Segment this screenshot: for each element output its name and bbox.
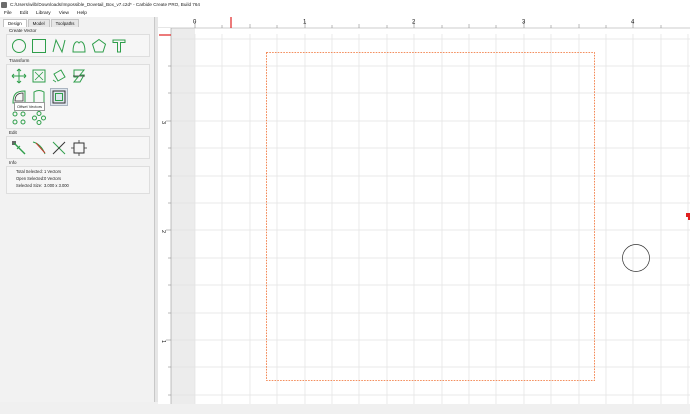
tab-design[interactable]: Design — [3, 19, 27, 27]
move-tool-button[interactable] — [10, 67, 28, 85]
section-edit: Edit — [9, 130, 17, 135]
menu-edit[interactable]: Edit — [16, 11, 32, 16]
menu-library[interactable]: Library — [32, 11, 55, 16]
selected-size-value: 3.000 x 3.000 — [44, 183, 69, 188]
rotate-tool-button[interactable] — [50, 67, 68, 85]
trim-icon — [32, 141, 46, 154]
group-tool-button[interactable] — [30, 109, 48, 127]
left-ruler-label-1: 1 — [160, 340, 166, 343]
canvas-svg: 0 1 2 3 4 3 2 1 — [158, 17, 690, 406]
top-ruler — [158, 17, 690, 28]
node-edit-icon — [12, 140, 26, 154]
group-icon — [32, 110, 46, 125]
polyline-tool-button[interactable] — [50, 37, 68, 55]
rectangle-tool-button[interactable] — [30, 37, 48, 55]
info-open-selected: Open Selected: 0 Vectors — [16, 175, 149, 182]
grid — [171, 34, 690, 406]
offset-vectors-icon — [52, 90, 66, 103]
circle-icon — [12, 38, 26, 53]
offscreen-marker — [686, 213, 690, 220]
info-total-selected: Total Selected: 1 Vectors — [16, 168, 149, 175]
menu-file[interactable]: File — [0, 11, 16, 16]
polyline-icon — [52, 38, 66, 53]
text-tool-button[interactable] — [110, 37, 128, 55]
rotate-icon — [52, 68, 66, 82]
tab-model[interactable]: Model — [27, 19, 50, 27]
text-icon — [112, 39, 126, 52]
tab-bar: Design Model Toolpaths — [0, 17, 154, 27]
polygon-icon — [91, 38, 107, 52]
scale-tool-button[interactable] — [30, 67, 48, 85]
section-info: Info — [9, 160, 17, 165]
transform-group — [6, 64, 150, 129]
menu-bar: File Edit Library View Help — [0, 9, 690, 17]
info-group: Total Selected: 1 Vectors Open Selected:… — [6, 166, 150, 194]
app-icon — [1, 1, 7, 8]
open-selected-value: 0 Vectors — [44, 176, 62, 181]
scale-icon — [32, 69, 46, 82]
status-bar — [0, 404, 690, 414]
section-transform: Transform — [9, 58, 30, 63]
mirror-tool-button[interactable] — [70, 67, 88, 85]
mirror-icon — [72, 69, 86, 82]
boundary-tool-button[interactable] — [70, 139, 88, 157]
left-ruler-label-2: 2 — [160, 230, 166, 233]
tab-toolpaths[interactable]: Toolpaths — [50, 19, 80, 27]
info-selected-size: Selected Size: 3.000 x 3.000 — [16, 182, 149, 189]
align-tool-button[interactable] — [10, 109, 28, 127]
boundary-icon — [71, 139, 87, 156]
title-bar: C:/Users/wilb/Downloads/Impossible_Dovet… — [0, 0, 690, 9]
offset-vectors-tooltip: Offset Vectors — [14, 102, 46, 111]
design-canvas[interactable]: 0 1 2 3 4 3 2 1 — [158, 17, 690, 406]
create-vector-group — [6, 34, 150, 57]
cut-tool-button[interactable] — [50, 139, 68, 157]
node-edit-tool-button[interactable] — [10, 139, 28, 157]
edit-group — [6, 136, 150, 159]
total-selected-value: 1 Vectors — [44, 169, 62, 174]
carbide-create-window: C:/Users/wilb/Downloads/Impossible_Dovet… — [0, 0, 690, 414]
rectangle-icon — [32, 38, 46, 53]
selected-square-vector[interactable] — [266, 52, 595, 381]
total-selected-label: Total Selected: — [16, 169, 43, 174]
left-ruler-label-3: 3 — [160, 121, 166, 124]
window-title: C:/Users/wilb/Downloads/Impossible_Dovet… — [10, 2, 200, 7]
open-selected-label: Open Selected: — [16, 176, 45, 181]
curve-tool-button[interactable] — [70, 37, 88, 55]
trim-tool-button[interactable] — [30, 139, 48, 157]
offset-vectors-button[interactable] — [50, 87, 68, 106]
cut-icon — [52, 141, 66, 154]
section-create-vector: Create Vector — [9, 28, 37, 33]
polygon-tool-button[interactable] — [90, 37, 108, 55]
menu-view[interactable]: View — [55, 11, 73, 16]
curve-icon — [72, 40, 86, 52]
move-icon — [11, 68, 27, 83]
canvas-left-margin — [171, 17, 195, 406]
selected-size-label: Selected Size: — [16, 183, 43, 188]
left-panel: Design Model Toolpaths Create Vector Tra… — [0, 17, 155, 402]
menu-help[interactable]: Help — [73, 11, 91, 16]
circle-tool-button[interactable] — [10, 37, 28, 55]
align-icon — [12, 111, 26, 124]
left-ruler — [158, 28, 171, 406]
